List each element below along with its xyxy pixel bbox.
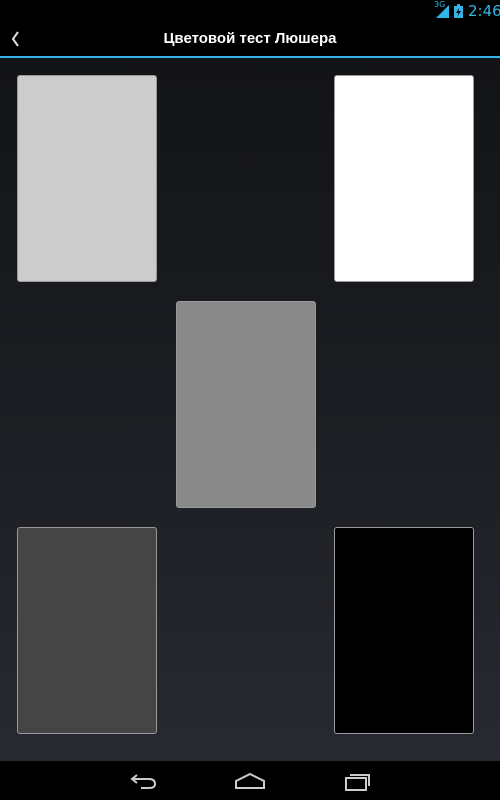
- color-card-dark-gray[interactable]: [17, 527, 157, 734]
- home-icon: [235, 772, 265, 789]
- chevron-left-icon: [11, 31, 19, 47]
- nav-recent-apps-button[interactable]: [337, 767, 377, 795]
- color-card-light-gray[interactable]: [17, 75, 157, 282]
- nav-home-button[interactable]: [230, 767, 270, 795]
- navigation-bar: [0, 760, 500, 800]
- clock: 2:46: [468, 2, 500, 20]
- nav-back-button[interactable]: [124, 767, 164, 795]
- color-test-area: [0, 58, 500, 760]
- screen: 3G 2:46 Цветовой тест Люшера: [0, 0, 500, 800]
- signal-icon: 3G: [434, 0, 450, 19]
- color-card-white[interactable]: [334, 75, 474, 282]
- action-bar: Цветовой тест Люшера: [0, 22, 500, 58]
- network-type-label: 3G: [434, 0, 446, 9]
- back-arrow-icon: [130, 774, 157, 789]
- page-title: Цветовой тест Люшера: [163, 30, 337, 47]
- color-card-black[interactable]: [334, 527, 474, 734]
- recent-apps-icon: [345, 774, 370, 791]
- status-bar: 3G 2:46: [0, 0, 500, 22]
- up-navigation-button[interactable]: [0, 22, 30, 56]
- color-card-gray[interactable]: [176, 301, 316, 508]
- battery-icon: [454, 4, 463, 18]
